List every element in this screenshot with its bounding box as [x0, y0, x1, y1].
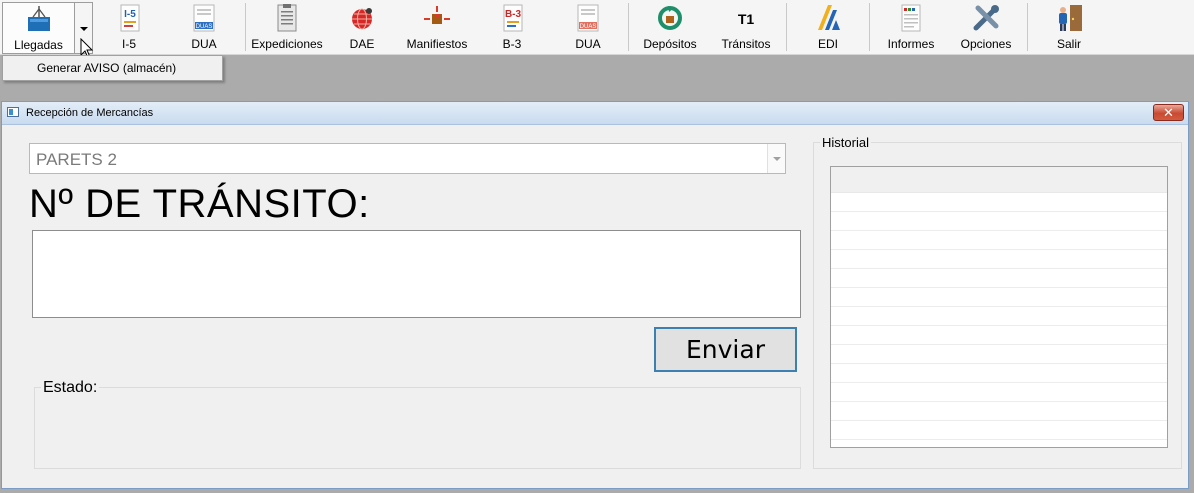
list-item[interactable]	[831, 250, 1167, 269]
toolbar-separator	[786, 3, 787, 51]
window-close-button[interactable]: ✕	[1153, 104, 1184, 121]
list-item[interactable]	[831, 288, 1167, 307]
clipboard-list-icon	[271, 2, 303, 34]
toolbar-label: DUA	[191, 37, 217, 51]
t1-icon: T1	[730, 2, 762, 34]
toolbar-separator	[628, 3, 629, 51]
toolbar-label: B-3	[502, 37, 522, 51]
b3-document-icon: B-3	[496, 2, 528, 34]
window-title: Recepción de Mercancías	[26, 107, 154, 119]
report-icon	[895, 2, 927, 34]
toolbar-button-salir[interactable]: Salir	[1048, 2, 1090, 54]
recepcion-window: Recepción de Mercancías ✕ PARETS 2 Nº DE…	[1, 101, 1189, 489]
history-list[interactable]	[830, 166, 1168, 448]
list-item[interactable]	[831, 326, 1167, 345]
toolbar-label: EDI	[817, 37, 838, 51]
list-item[interactable]	[831, 231, 1167, 250]
toolbar-button-manifiestos[interactable]: Manifiestos	[401, 2, 473, 54]
t1-icon-text: T1	[738, 11, 755, 27]
llegadas-dropdown-menu: Generar AVISO (almacén)	[2, 55, 223, 81]
toolbar-separator	[1027, 3, 1028, 51]
toolbar-button-informes[interactable]: Informes	[882, 2, 940, 54]
toolbar-label: I-5	[121, 37, 136, 51]
agencia-tributaria-logo-icon	[812, 2, 844, 34]
toolbar-label: DAE	[349, 37, 375, 51]
list-item[interactable]	[831, 421, 1167, 440]
status-group: Estado:	[34, 379, 801, 469]
toolbar-label: Informes	[887, 37, 935, 51]
toolbar-button-opciones[interactable]: Opciones	[956, 2, 1016, 54]
transit-heading: Nº DE TRÁNSITO:	[29, 182, 370, 226]
toolbar-label: DUA	[575, 37, 601, 51]
i5-document-icon: I-5	[113, 2, 145, 34]
duas-icon-text: DUAS	[196, 24, 213, 30]
chevron-down-icon	[80, 27, 88, 31]
toolbar-button-i5[interactable]: I-5 I-5	[102, 2, 156, 54]
list-item[interactable]	[831, 345, 1167, 364]
list-item[interactable]	[831, 383, 1167, 402]
package-arrows-icon	[421, 2, 453, 34]
transit-number-input[interactable]	[32, 230, 801, 318]
toolbar-label: Expediciones	[251, 37, 323, 51]
toolbar-label: Llegadas	[14, 38, 63, 52]
toolbar-label: Opciones	[960, 37, 1012, 51]
toolbar-button-dae[interactable]: DAE	[340, 2, 384, 54]
toolbar-label: Manifiestos	[406, 37, 468, 51]
toolbar-button-transitos[interactable]: T1 Tránsitos	[718, 2, 774, 54]
toolbar-button-depositos[interactable]: Depósitos	[640, 2, 700, 54]
chevron-down-icon[interactable]	[767, 144, 785, 173]
list-item[interactable]	[831, 307, 1167, 326]
toolbar-button-dua-2[interactable]: DUAS DUA	[560, 2, 616, 54]
close-icon: ✕	[1163, 105, 1174, 120]
main-toolbar: Llegadas I-5 I-5 DUAS DUA Expediciones D…	[0, 0, 1194, 55]
toolbar-label: Salir	[1056, 37, 1081, 51]
duas-document-icon: DUAS	[572, 2, 604, 34]
tools-icon	[970, 2, 1002, 34]
send-button[interactable]: Enviar	[654, 327, 797, 372]
toolbar-separator	[869, 3, 870, 51]
history-group: Historial	[813, 135, 1182, 469]
warehouse-select-value: PARETS 2	[36, 150, 117, 169]
toolbar-button-expediciones[interactable]: Expediciones	[249, 2, 325, 54]
truck-box-icon	[23, 3, 55, 35]
warehouse-select[interactable]: PARETS 2	[29, 143, 786, 174]
list-item[interactable]	[831, 440, 1167, 447]
toolbar-label: Depósitos	[643, 37, 697, 51]
exit-door-icon	[1053, 2, 1085, 34]
history-label: Historial	[820, 135, 871, 150]
status-label: Estado:	[41, 379, 100, 397]
toolbar-button-dua[interactable]: DUAS DUA	[176, 2, 232, 54]
menu-item-generar-aviso[interactable]: Generar AVISO (almacén)	[37, 61, 176, 75]
window-titlebar[interactable]: Recepción de Mercancías ✕	[2, 102, 1188, 125]
list-item[interactable]	[831, 193, 1167, 212]
toolbar-button-llegadas[interactable]: Llegadas	[2, 2, 75, 54]
window-app-icon	[7, 107, 19, 117]
list-item[interactable]	[831, 364, 1167, 383]
list-item[interactable]	[831, 212, 1167, 231]
history-list-header	[831, 167, 1167, 193]
b3-icon-text: B-3	[505, 9, 522, 20]
duas-icon-text: DUAS	[580, 24, 597, 30]
list-item[interactable]	[831, 269, 1167, 288]
toolbar-button-b3[interactable]: B-3 B-3	[492, 2, 532, 54]
i5-icon-text: I-5	[124, 9, 136, 20]
toolbar-label: Tránsitos	[721, 37, 771, 51]
recycle-icon	[654, 2, 686, 34]
toolbar-separator	[245, 3, 246, 51]
toolbar-button-edi[interactable]: EDI	[808, 2, 848, 54]
globe-icon	[346, 2, 378, 34]
duas-document-icon: DUAS	[188, 2, 220, 34]
list-item[interactable]	[831, 402, 1167, 421]
